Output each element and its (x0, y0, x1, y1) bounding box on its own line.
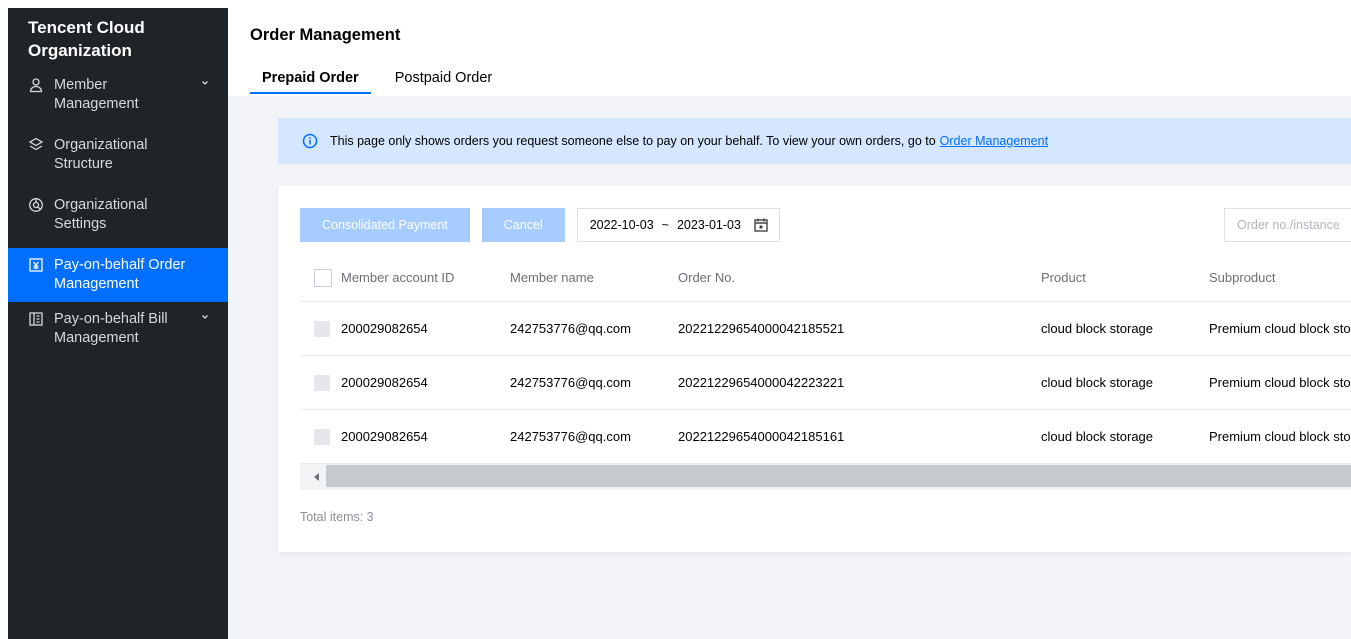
chevron-down-icon (202, 315, 208, 319)
date-range-picker[interactable]: 2022-10-03 ~ 2023-01-03 (576, 208, 780, 242)
table-row: 200029082654 242753776@qq.com 2022122965… (300, 410, 1351, 464)
column-header-member-name[interactable]: Member name (510, 270, 594, 285)
cell-member-name: 242753776@qq.com (510, 429, 631, 444)
sidebar-item-label: Pay-on-behalf Order Management (54, 257, 186, 292)
cell-product: cloud block storage (1041, 321, 1154, 336)
scrollbar-thumb[interactable] (326, 465, 1351, 487)
cell-product: cloud block storage (1041, 375, 1154, 390)
sidebar-item-label: Organizational Settings (54, 197, 148, 232)
page-header: Order Management Prepaid Order Postpaid … (228, 8, 1351, 96)
bill-icon (28, 311, 44, 327)
cell-member-name: 242753776@qq.com (510, 375, 631, 390)
tab-postpaid-order[interactable]: Postpaid Order (383, 70, 505, 94)
row-checkbox[interactable] (314, 428, 330, 445)
select-all-checkbox[interactable] (314, 268, 332, 287)
cell-subproduct: Premium cloud block sto (1209, 375, 1351, 390)
info-icon (302, 133, 318, 149)
cell-order-no: 20221229654000042185521 (678, 321, 845, 336)
cell-account-id: 200029082654 (341, 321, 428, 336)
orders-card: Consolidated Payment Cancel 2022-10-03 ~… (278, 186, 1351, 552)
tab-prepaid-order[interactable]: Prepaid Order (250, 70, 371, 94)
date-start: 2022-10-03 (589, 218, 654, 232)
total-items: Total items: 3 (300, 510, 374, 524)
table-row: 200029082654 242753776@qq.com 2022122965… (300, 302, 1351, 356)
main-content: Order Management Prepaid Order Postpaid … (228, 8, 1351, 639)
sidebar-item-organizational-structure[interactable]: Organizational Structure (8, 128, 228, 182)
cell-account-id: 200029082654 (341, 375, 428, 390)
sidebar-item-label: Organizational Structure (54, 137, 148, 172)
column-header-order-no[interactable]: Order No. (678, 270, 735, 285)
cell-order-no: 20221229654000042223221 (678, 375, 845, 390)
table-header: Member account ID Member name Order No. … (300, 254, 1351, 302)
table-row: 200029082654 242753776@qq.com 2022122965… (300, 356, 1351, 410)
order-management-link[interactable]: Order Management (940, 134, 1048, 148)
sidebar-title: Tencent Cloud Organization (28, 18, 145, 60)
sidebar-item-member-management[interactable]: Member Management (8, 68, 228, 122)
sidebar-item-label: Pay-on-behalf Bill Management (54, 311, 168, 346)
cancel-button[interactable]: Cancel (481, 208, 565, 242)
scroll-left-icon[interactable] (312, 472, 322, 482)
sidebar-item-pay-on-behalf-bill-management[interactable]: Pay-on-behalf Bill Management (8, 302, 228, 356)
horizontal-scrollbar[interactable] (300, 464, 1351, 490)
column-header-subproduct[interactable]: Subproduct (1209, 270, 1276, 285)
order-icon (28, 257, 44, 273)
row-checkbox[interactable] (314, 374, 330, 391)
toolbar: Consolidated Payment Cancel 2022-10-03 ~… (300, 208, 1351, 242)
chevron-down-icon (202, 81, 208, 85)
info-notice: This page only shows orders you request … (278, 118, 1351, 164)
orders-table: Member account ID Member name Order No. … (300, 254, 1351, 490)
user-icon (28, 77, 44, 93)
structure-icon (28, 137, 44, 153)
cell-member-name: 242753776@qq.com (510, 321, 631, 336)
settings-icon (28, 197, 44, 213)
sidebar-item-organizational-settings[interactable]: Organizational Settings (8, 188, 228, 242)
tab-bar: Prepaid Order Postpaid Order (250, 70, 516, 94)
cell-product: cloud block storage (1041, 429, 1154, 444)
notice-text: This page only shows orders you request … (330, 134, 936, 148)
sidebar-item-label: Member Management (54, 77, 139, 112)
calendar-icon[interactable] (753, 217, 769, 233)
sidebar: Tencent Cloud Organization Member Manage… (8, 8, 228, 639)
sidebar-item-pay-on-behalf-order-management[interactable]: Pay-on-behalf Order Management (8, 248, 228, 302)
consolidated-payment-button[interactable]: Consolidated Payment (300, 208, 470, 242)
date-separator: ~ (661, 218, 669, 232)
column-header-member-account-id[interactable]: Member account ID (341, 270, 454, 285)
cell-order-no: 20221229654000042185161 (678, 429, 845, 444)
cell-subproduct: Premium cloud block sto (1209, 429, 1351, 444)
row-checkbox[interactable] (314, 320, 330, 337)
date-end: 2023-01-03 (676, 218, 741, 232)
search-input[interactable] (1224, 208, 1351, 242)
cell-account-id: 200029082654 (341, 429, 428, 444)
page-title: Order Management (250, 26, 401, 44)
cell-subproduct: Premium cloud block sto (1209, 321, 1351, 336)
column-header-product[interactable]: Product (1041, 270, 1086, 285)
